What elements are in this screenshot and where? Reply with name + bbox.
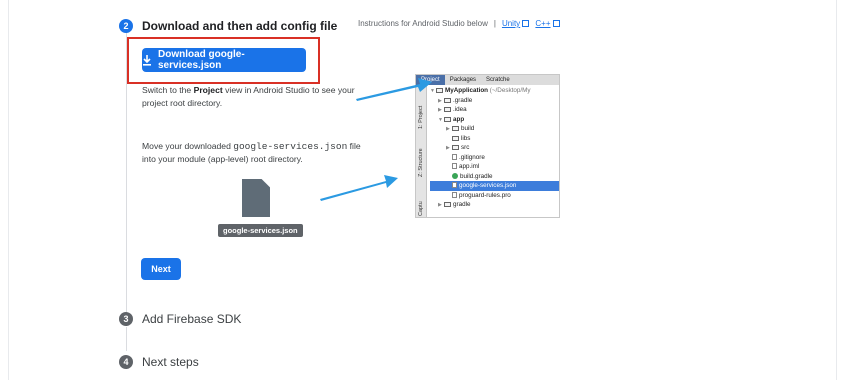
step-title-sdk[interactable]: Add Firebase SDK <box>142 312 241 326</box>
arrow-to-json-file <box>320 175 398 201</box>
step-title-next[interactable]: Next steps <box>142 355 199 369</box>
step-number-4: 4 <box>119 355 133 369</box>
step-number-3: 3 <box>119 312 133 326</box>
arrow-to-project-tab <box>356 78 432 101</box>
